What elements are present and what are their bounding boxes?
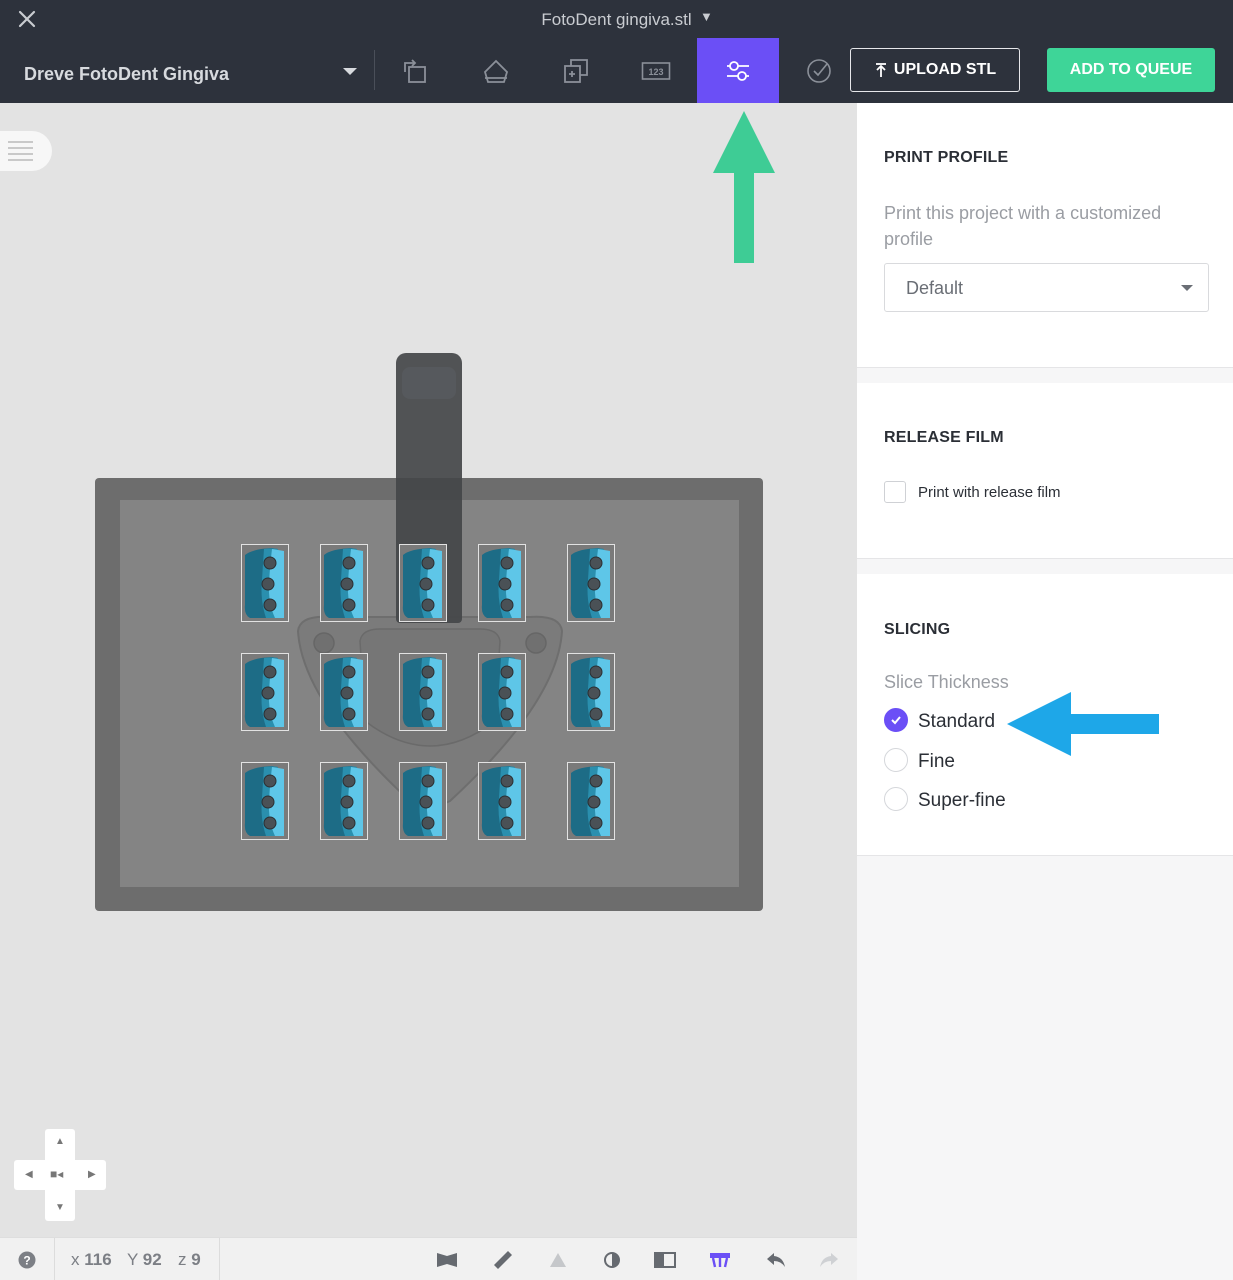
slicing-title: SLICING bbox=[884, 621, 951, 638]
title-bar: FotoDent gingiva.stl ▼ bbox=[0, 0, 1233, 38]
annotation-arrow-up bbox=[713, 111, 775, 263]
main-toolbar: Dreve FotoDent Gingiva 123 UPLOAD STL AD… bbox=[0, 38, 1233, 103]
orient-tool-button[interactable] bbox=[376, 38, 456, 103]
camera-nav-pad[interactable]: ▲ ▼ ◀ ▶ ■◂ bbox=[14, 1129, 106, 1221]
release-film-card: RELEASE FILM Print with release film bbox=[857, 383, 1233, 559]
radio-super-fine-label: Super-fine bbox=[918, 790, 1006, 811]
release-film-checkbox[interactable] bbox=[884, 481, 906, 503]
3d-viewport[interactable]: ▲ ▼ ◀ ▶ ■◂ bbox=[0, 103, 857, 1237]
sliders-icon bbox=[727, 60, 749, 81]
pan-down-icon[interactable]: ▼ bbox=[55, 1203, 65, 1213]
undo-icon[interactable] bbox=[762, 1246, 790, 1274]
print-profile-select[interactable]: Default bbox=[884, 263, 1209, 312]
label-tool-button[interactable]: 123 bbox=[616, 38, 696, 103]
model-part[interactable] bbox=[567, 762, 615, 840]
x-coordinate: x 116 bbox=[71, 1250, 112, 1269]
camera-reset-icon[interactable]: ■◂ bbox=[50, 1168, 63, 1180]
model-part[interactable] bbox=[399, 653, 447, 731]
print-settings-tool-button[interactable] bbox=[697, 38, 779, 103]
print-profile-title: PRINT PROFILE bbox=[884, 149, 1009, 166]
release-film-title: RELEASE FILM bbox=[884, 429, 1004, 446]
model-part[interactable] bbox=[320, 653, 368, 731]
panel-footer bbox=[857, 1237, 1233, 1280]
model-part[interactable] bbox=[320, 544, 368, 622]
contrast-icon[interactable] bbox=[598, 1246, 626, 1274]
object-list-toggle[interactable] bbox=[0, 131, 52, 171]
radio-fine[interactable] bbox=[884, 748, 908, 772]
window-title: FotoDent gingiva.stl bbox=[541, 10, 692, 29]
redo-icon[interactable] bbox=[815, 1246, 843, 1274]
annotation-arrow-left bbox=[1007, 692, 1159, 756]
model-part[interactable] bbox=[399, 544, 447, 622]
model-part[interactable] bbox=[567, 544, 615, 622]
flag-view-icon[interactable] bbox=[433, 1246, 461, 1274]
settings-panel: PRINT PROFILE Print this project with a … bbox=[857, 103, 1233, 1237]
model-part[interactable] bbox=[399, 762, 447, 840]
title-dropdown-caret[interactable]: ▼ bbox=[700, 9, 713, 24]
model-part[interactable] bbox=[241, 653, 289, 731]
radio-standard[interactable] bbox=[884, 708, 908, 732]
add-to-queue-button[interactable]: ADD TO QUEUE bbox=[1047, 48, 1215, 92]
ruler-icon[interactable] bbox=[489, 1246, 517, 1274]
model-part[interactable] bbox=[320, 762, 368, 840]
validate-tool-button[interactable] bbox=[779, 38, 859, 103]
print-profile-description: Print this project with a customized pro… bbox=[884, 203, 1162, 249]
model-part[interactable] bbox=[241, 544, 289, 622]
support-tool-button[interactable] bbox=[456, 38, 536, 103]
model-part[interactable] bbox=[478, 762, 526, 840]
add-to-queue-label: ADD TO QUEUE bbox=[1069, 61, 1193, 78]
z-coordinate: z 9 bbox=[178, 1250, 201, 1269]
toolbar-divider bbox=[374, 50, 375, 90]
radio-super-fine[interactable] bbox=[884, 787, 908, 811]
svg-text:?: ? bbox=[23, 1254, 30, 1268]
release-film-label: Print with release film bbox=[918, 484, 1061, 501]
supports-view-icon[interactable] bbox=[706, 1246, 734, 1274]
rotate-icon bbox=[404, 58, 426, 83]
supports-icon bbox=[483, 59, 509, 83]
vat-handle-grip bbox=[402, 367, 456, 399]
chevron-down-icon bbox=[1181, 285, 1193, 291]
upload-stl-label: UPLOAD STL bbox=[893, 61, 997, 78]
upload-icon bbox=[875, 63, 886, 77]
model-part[interactable] bbox=[478, 544, 526, 622]
chevron-down-icon bbox=[343, 68, 357, 75]
upload-stl-button[interactable]: UPLOAD STL bbox=[850, 48, 1020, 92]
svg-text:123: 123 bbox=[648, 67, 663, 77]
duplicate-icon bbox=[564, 58, 588, 83]
arrange-tool-button[interactable] bbox=[536, 38, 616, 103]
y-coordinate: Y 92 bbox=[127, 1250, 162, 1269]
split-view-icon[interactable] bbox=[651, 1246, 679, 1274]
print-profile-card: PRINT PROFILE Print this project with a … bbox=[857, 103, 1233, 368]
checkmark-icon bbox=[891, 716, 901, 725]
check-circle-icon bbox=[807, 58, 831, 83]
status-bar: ? x 116 Y 92 z 9 bbox=[0, 1237, 857, 1280]
material-label: Dreve FotoDent Gingiva bbox=[24, 64, 230, 84]
label-123-icon: 123 bbox=[641, 61, 671, 80]
model-part[interactable] bbox=[241, 762, 289, 840]
model-part[interactable] bbox=[478, 653, 526, 731]
help-icon[interactable]: ? bbox=[13, 1246, 41, 1274]
slice-thickness-label: Slice Thickness bbox=[884, 672, 1009, 692]
radio-standard-label: Standard bbox=[918, 711, 996, 732]
material-select[interactable]: Dreve FotoDent Gingiva bbox=[0, 38, 374, 103]
pan-right-icon[interactable]: ▶ bbox=[88, 1170, 96, 1180]
pan-left-icon[interactable]: ◀ bbox=[25, 1170, 33, 1180]
radio-fine-label: Fine bbox=[918, 751, 955, 772]
print-profile-value: Default bbox=[906, 278, 964, 298]
pan-up-icon[interactable]: ▲ bbox=[55, 1137, 65, 1147]
triangle-warning-icon bbox=[544, 1246, 572, 1274]
model-part[interactable] bbox=[567, 653, 615, 731]
